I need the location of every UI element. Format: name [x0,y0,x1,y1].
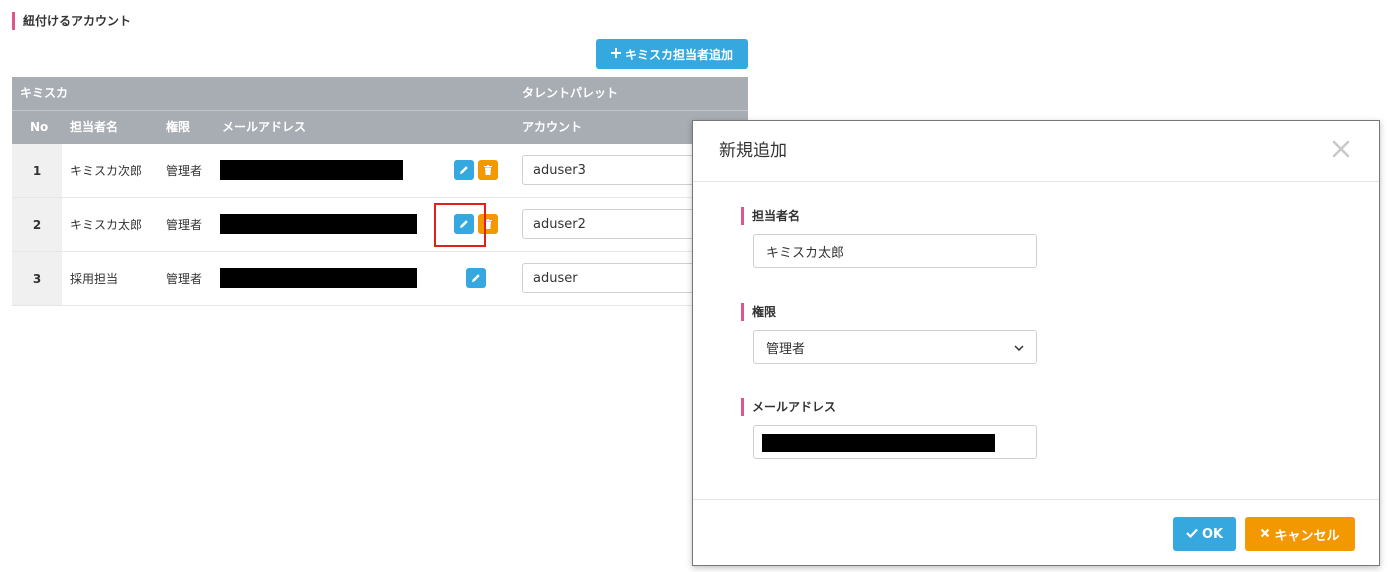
cancel-label: キャンセル [1274,528,1340,544]
row-no: 3 [12,252,62,305]
modal-footer: OK キャンセル [693,499,1379,566]
row-name: キミスカ太郎 [70,218,143,232]
cancel-button[interactable]: キャンセル [1245,517,1355,551]
name-field-label: 担当者名 [741,207,800,225]
add-button-label: キミスカ担当者追加 [624,47,733,62]
plus-icon [610,47,621,61]
modal-title: 新規追加 [719,141,787,161]
edit-highlight-box [434,203,486,247]
table-group-header: キミスカ タレントパレット [12,77,748,110]
add-kimisuka-staff-button[interactable]: キミスカ担当者追加 [596,39,748,69]
group-header-kimisuka: キミスカ [20,86,69,100]
email-field[interactable] [753,425,1037,459]
email-redacted [762,434,995,452]
add-staff-modal: 新規追加 担当者名 権限 管理者 メールアドレス OK キャンセル [692,120,1380,566]
pencil-icon [459,163,469,178]
col-header-email: メールアドレス [222,120,307,134]
role-select-value: 管理者 [766,341,806,357]
col-header-role: 権限 [166,120,191,134]
role-select[interactable]: 管理者 [753,330,1037,364]
table-row: 1 キミスカ次郎 管理者 [12,144,748,198]
role-field-label: 権限 [741,303,776,321]
edit-button[interactable] [466,268,486,288]
section-title: 紐付けるアカウント [12,12,131,30]
ok-button[interactable]: OK [1173,517,1236,551]
pencil-icon [471,271,481,286]
name-field[interactable] [753,234,1037,268]
row-role: 管理者 [166,164,203,178]
table-row: 2 キミスカ太郎 管理者 [12,198,748,252]
row-no: 1 [12,144,62,197]
col-header-account: アカウント [522,120,583,134]
trash-icon [484,163,492,178]
table-column-header: No 担当者名 権限 メールアドレス アカウント [12,110,748,144]
row-no: 2 [12,198,62,251]
table-row: 3 採用担当 管理者 [12,252,748,306]
col-header-no: No [30,120,49,134]
chevron-down-icon [1014,340,1024,355]
row-name: キミスカ次郎 [70,164,143,178]
check-icon [1186,527,1198,542]
col-header-name: 担当者名 [70,120,119,134]
close-icon[interactable] [1329,137,1353,161]
row-name: 採用担当 [70,272,119,286]
email-redacted [220,268,417,288]
delete-button[interactable] [478,160,498,180]
x-icon [1260,527,1270,542]
account-table: キミスカ タレントパレット No 担当者名 権限 メールアドレス アカウント 1… [12,77,748,306]
row-role: 管理者 [166,218,203,232]
row-role: 管理者 [166,272,203,286]
modal-header: 新規追加 [693,121,1379,182]
ok-label: OK [1201,526,1224,542]
email-redacted [220,214,417,234]
email-field-label: メールアドレス [741,398,836,416]
group-header-talent: タレントパレット [522,86,619,100]
edit-button[interactable] [454,160,474,180]
email-redacted [220,160,403,180]
